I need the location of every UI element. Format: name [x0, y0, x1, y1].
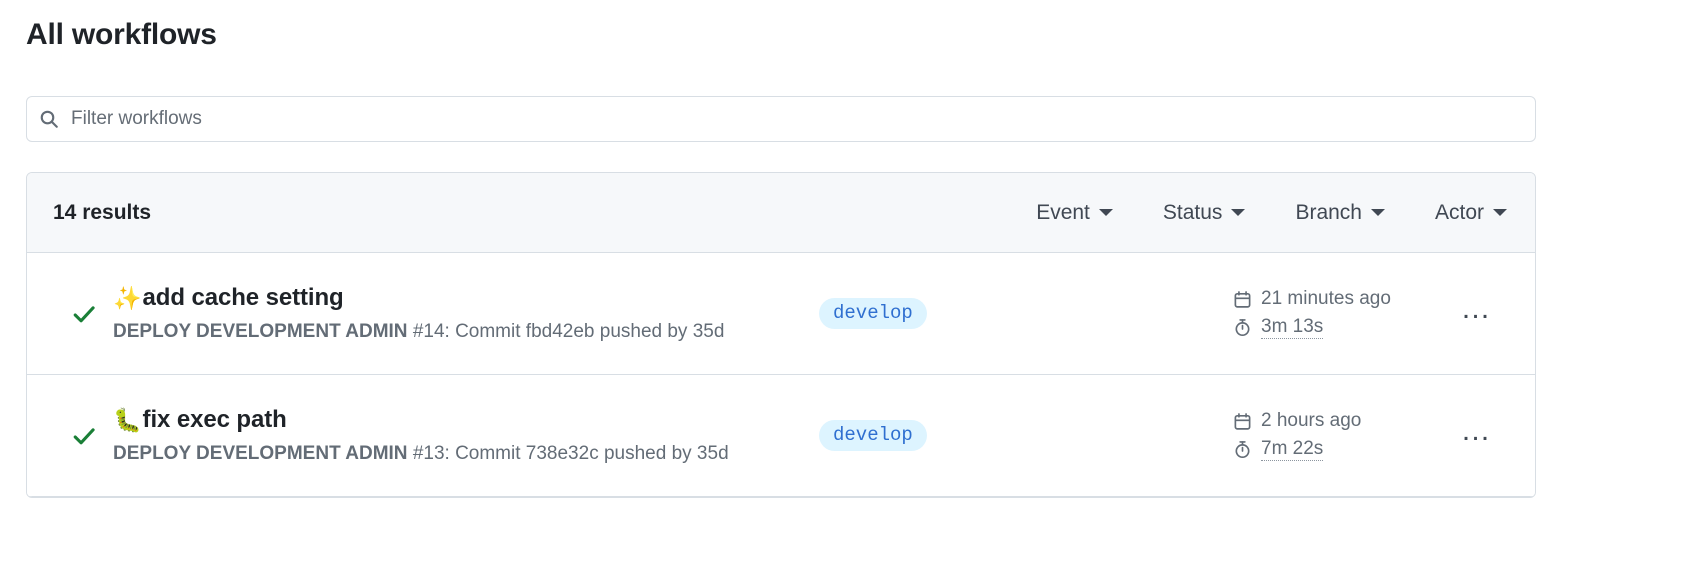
run-duration-line: 3m 13s: [1232, 316, 1447, 339]
workflow-runs-panel: 14 results Event Status Branch Actor ✨ a…: [26, 172, 1536, 498]
workflow-run-row[interactable]: 🐛 fix exec path DEPLOY DEVELOPMENT ADMIN…: [27, 375, 1535, 497]
chevron-down-icon: [1493, 209, 1507, 216]
run-time-line: 2 hours ago: [1232, 410, 1447, 432]
branch-cell: develop: [805, 297, 1105, 330]
run-details: #13: Commit 738e32c pushed by 35d: [412, 442, 729, 464]
filter-workflows-search[interactable]: [26, 96, 1536, 142]
chevron-down-icon: [1370, 209, 1385, 216]
run-meta: 21 minutes ago 3m 13s: [1232, 288, 1447, 339]
branch-badge[interactable]: develop: [819, 297, 927, 330]
stopwatch-icon: [1232, 440, 1252, 460]
search-input[interactable]: [71, 97, 1523, 141]
run-details: #14: Commit fbd42eb pushed by 35d: [412, 320, 725, 342]
run-time-line: 21 minutes ago: [1232, 288, 1447, 310]
workflows-page: All workflows 14 results Event Status: [0, 0, 1706, 568]
filter-branch-label: Branch: [1295, 200, 1362, 224]
run-duration: 7m 22s: [1261, 438, 1324, 461]
run-time-ago: 2 hours ago: [1261, 410, 1362, 431]
check-icon: [71, 301, 105, 327]
filter-event-label: Event: [1036, 200, 1090, 224]
chevron-down-icon: [1231, 209, 1246, 216]
results-count: 14 results: [53, 200, 152, 224]
check-icon: [71, 423, 105, 449]
results-header: 14 results Event Status Branch Actor: [27, 173, 1535, 253]
stopwatch-icon: [1232, 318, 1252, 338]
run-info: 🐛 fix exec path DEPLOY DEVELOPMENT ADMIN…: [105, 406, 805, 466]
run-subtitle: DEPLOY DEVELOPMENT ADMIN #13: Commit 738…: [113, 442, 805, 466]
bug-emoji: 🐛: [113, 406, 142, 433]
filter-actor-label: Actor: [1434, 200, 1484, 224]
run-meta: 2 hours ago 7m 22s: [1232, 410, 1447, 461]
search-icon: [39, 109, 59, 129]
chevron-down-icon: [1098, 209, 1113, 216]
run-duration-line: 7m 22s: [1232, 438, 1447, 461]
run-workflow-name: DEPLOY DEVELOPMENT ADMIN: [113, 320, 408, 342]
run-title-line[interactable]: ✨ add cache setting: [113, 284, 805, 313]
filter-event-dropdown[interactable]: Event: [1036, 201, 1113, 225]
filter-controls: Event Status Branch Actor: [1036, 201, 1507, 225]
sparkles-emoji: ✨: [113, 284, 142, 311]
filter-status-label: Status: [1162, 200, 1223, 224]
branch-cell: develop: [805, 419, 1105, 452]
run-duration: 3m 13s: [1261, 316, 1324, 339]
branch-badge[interactable]: develop: [819, 419, 927, 452]
run-time-ago: 21 minutes ago: [1261, 288, 1391, 309]
filter-actor-dropdown[interactable]: Actor: [1435, 201, 1507, 225]
calendar-icon: [1232, 411, 1252, 431]
page-title: All workflows: [26, 18, 217, 51]
calendar-icon: [1232, 289, 1252, 309]
run-subtitle: DEPLOY DEVELOPMENT ADMIN #14: Commit fbd…: [113, 320, 805, 344]
run-title-line[interactable]: 🐛 fix exec path: [113, 406, 805, 435]
run-title[interactable]: add cache setting: [143, 284, 344, 313]
filter-status-dropdown[interactable]: Status: [1163, 201, 1246, 225]
workflow-run-row[interactable]: ✨ add cache setting DEPLOY DEVELOPMENT A…: [27, 253, 1535, 375]
run-workflow-name: DEPLOY DEVELOPMENT ADMIN: [113, 442, 408, 464]
filter-branch-dropdown[interactable]: Branch: [1295, 201, 1385, 225]
kebab-menu-icon[interactable]: …: [1447, 293, 1507, 334]
run-title[interactable]: fix exec path: [143, 406, 287, 435]
run-info: ✨ add cache setting DEPLOY DEVELOPMENT A…: [105, 284, 805, 344]
kebab-menu-icon[interactable]: …: [1447, 415, 1507, 456]
